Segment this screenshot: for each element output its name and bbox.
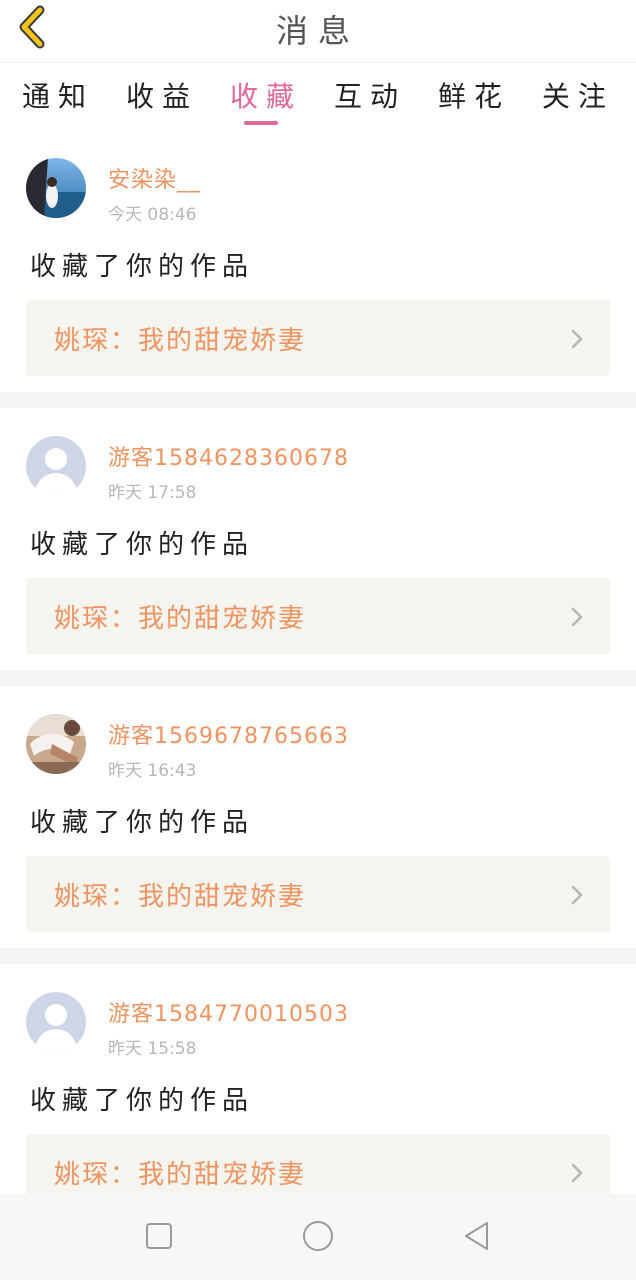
recent-apps-button[interactable] [143, 1220, 175, 1252]
list-item: 游客1584770010503 昨天 15:58 收藏了你的作品 姚琛：我的甜宠… [0, 964, 636, 1226]
tab-notifications[interactable]: 通知 [22, 63, 94, 129]
chevron-right-icon [570, 884, 584, 906]
default-avatar-icon [26, 992, 86, 1052]
avatar[interactable] [26, 158, 86, 218]
default-avatar-icon [26, 436, 86, 496]
chevron-right-icon [570, 1162, 584, 1184]
back-nav-button[interactable] [461, 1220, 493, 1252]
work-title: 姚琛：我的甜宠娇妻 [54, 326, 307, 356]
timestamp: 昨天 15:58 [108, 1039, 197, 1059]
tab-label: 通知 [22, 80, 95, 113]
tab-label: 收益 [125, 80, 198, 113]
messages-page: 消息 通知 收益 收藏 互动 鲜花 关注 安染染__ 今天 08:46 收藏了你… [0, 0, 636, 1280]
avatar[interactable] [26, 714, 86, 774]
home-button[interactable] [302, 1220, 334, 1252]
avatar[interactable] [26, 436, 86, 496]
username[interactable]: 安染染__ [108, 162, 201, 194]
photo-avatar [26, 714, 86, 774]
tab-label: 互动 [333, 80, 406, 113]
action-text: 收藏了你的作品 [30, 1086, 255, 1116]
tab-follows[interactable]: 关注 [542, 63, 614, 129]
tab-bar: 通知 收益 收藏 互动 鲜花 关注 [0, 63, 636, 129]
circle-icon [303, 1221, 333, 1251]
work-link[interactable]: 姚琛：我的甜宠娇妻 [26, 856, 610, 932]
square-icon [146, 1223, 172, 1249]
tab-favorites[interactable]: 收藏 [230, 63, 302, 129]
divider [0, 670, 636, 686]
work-link[interactable]: 姚琛：我的甜宠娇妻 [26, 300, 610, 376]
list-item: 游客1569678765663 昨天 16:43 收藏了你的作品 姚琛：我的甜宠… [0, 686, 636, 948]
active-tab-indicator [243, 121, 278, 125]
tab-label: 关注 [541, 80, 614, 113]
timestamp: 昨天 17:58 [108, 483, 197, 503]
avatar[interactable] [26, 992, 86, 1052]
list-item: 游客1584628360678 昨天 17:58 收藏了你的作品 姚琛：我的甜宠… [0, 408, 636, 670]
message-list: 安染染__ 今天 08:46 收藏了你的作品 姚琛：我的甜宠娇妻 游客15846… [0, 130, 636, 1226]
tab-label: 鲜花 [437, 80, 510, 113]
work-link[interactable]: 姚琛：我的甜宠娇妻 [26, 578, 610, 654]
triangle-back-icon [465, 1222, 488, 1250]
divider [0, 392, 636, 408]
chevron-right-icon [570, 606, 584, 628]
timestamp: 今天 08:46 [108, 205, 197, 225]
action-text: 收藏了你的作品 [30, 530, 255, 560]
work-title: 姚琛：我的甜宠娇妻 [54, 1160, 307, 1190]
work-title: 姚琛：我的甜宠娇妻 [54, 882, 307, 912]
action-text: 收藏了你的作品 [30, 808, 255, 838]
page-title: 消息 [275, 12, 360, 50]
timestamp: 昨天 16:43 [108, 761, 197, 781]
username[interactable]: 游客1584628360678 [108, 440, 349, 472]
tab-label: 收藏 [229, 80, 302, 113]
tab-interactions[interactable]: 互动 [334, 63, 406, 129]
tab-flowers[interactable]: 鲜花 [438, 63, 510, 129]
chevron-right-icon [570, 328, 584, 350]
photo-avatar-sea [26, 158, 86, 218]
header: 消息 [0, 0, 636, 63]
system-nav-bar [0, 1194, 636, 1280]
divider [0, 948, 636, 964]
list-item: 安染染__ 今天 08:46 收藏了你的作品 姚琛：我的甜宠娇妻 [0, 130, 636, 392]
username[interactable]: 游客1569678765663 [108, 718, 349, 750]
username[interactable]: 游客1584770010503 [108, 996, 349, 1028]
tab-earnings[interactable]: 收益 [126, 63, 198, 129]
work-title: 姚琛：我的甜宠娇妻 [54, 604, 307, 634]
action-text: 收藏了你的作品 [30, 252, 255, 282]
